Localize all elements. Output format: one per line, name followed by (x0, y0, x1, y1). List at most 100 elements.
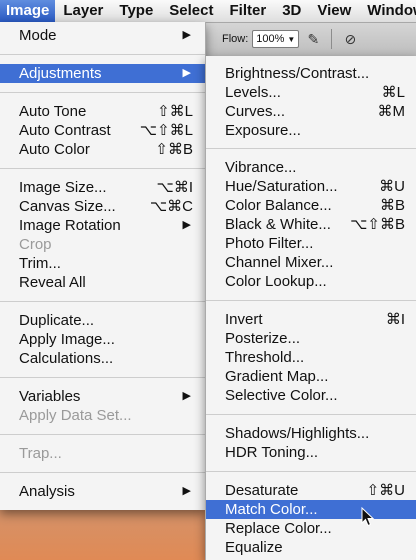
menu-item-posterize[interactable]: Posterize... (206, 329, 416, 348)
menu-item-trap: Trap... (0, 444, 205, 463)
menu-3d[interactable]: 3D (274, 0, 309, 22)
menu-item-label: Image Rotation (19, 217, 121, 234)
menu-item-label: Invert (225, 311, 263, 328)
menu-item-reveal-all[interactable]: Reveal All (0, 273, 205, 292)
menu-separator (0, 434, 205, 435)
menu-item-label: Match Color... (225, 501, 318, 518)
submenu-arrow-icon: ▶ (182, 67, 191, 79)
menu-image[interactable]: Image (0, 0, 56, 22)
shortcut-label: ⇧⌘B (155, 141, 193, 158)
menu-item-label: HDR Toning... (225, 444, 319, 461)
pressure-icon[interactable]: ⊘ (340, 29, 360, 49)
menu-item-replace-color[interactable]: Replace Color... (206, 519, 416, 538)
menu-item-threshold[interactable]: Threshold... (206, 348, 416, 367)
menu-item-crop: Crop (0, 235, 205, 254)
menu-item-label: Levels... (225, 84, 281, 101)
menu-item-match-color[interactable]: Match Color... (206, 500, 416, 519)
submenu-arrow-icon: ▶ (182, 29, 191, 41)
menu-item-label: Adjustments (19, 65, 102, 82)
menu-item-adjustments[interactable]: Adjustments ▶ (0, 64, 205, 83)
shortcut-label: ⌥⌘I (156, 179, 193, 196)
menu-item-image-size[interactable]: Image Size... ⌥⌘I (0, 178, 205, 197)
menu-item-label: Calculations... (19, 350, 114, 367)
menu-separator (0, 54, 205, 55)
menu-layer[interactable]: Layer (55, 0, 111, 22)
menu-item-label: Duplicate... (19, 312, 95, 329)
menu-item-levels[interactable]: Levels... ⌘L (206, 83, 416, 102)
adjustments-submenu: Brightness/Contrast... Levels... ⌘L Curv… (205, 56, 416, 560)
menu-item-exposure[interactable]: Exposure... (206, 121, 416, 140)
menu-separator (0, 472, 205, 473)
menu-item-invert[interactable]: Invert ⌘I (206, 310, 416, 329)
menu-item-analysis[interactable]: Analysis ▶ (0, 482, 205, 501)
menu-item-shadows-highlights[interactable]: Shadows/Highlights... (206, 424, 416, 443)
menu-item-label: Black & White... (225, 216, 331, 233)
menu-item-label: Analysis (19, 483, 75, 500)
shortcut-label: ⌥⇧⌘L (139, 122, 193, 139)
menu-bar: Image Layer Type Select Filter 3D View W… (0, 0, 416, 23)
menu-item-label: Reveal All (19, 274, 86, 291)
menu-item-mode[interactable]: Mode ▶ (0, 26, 205, 45)
menu-window[interactable]: Window (359, 0, 416, 22)
menu-item-label: Mode (19, 27, 57, 44)
menu-item-curves[interactable]: Curves... ⌘M (206, 102, 416, 121)
menu-item-label: Color Balance... (225, 197, 332, 214)
menu-item-label: Exposure... (225, 122, 301, 139)
menu-item-color-balance[interactable]: Color Balance... ⌘B (206, 196, 416, 215)
menu-item-label: Equalize (225, 539, 283, 556)
menu-item-apply-image[interactable]: Apply Image... (0, 330, 205, 349)
mouse-pointer-icon (361, 507, 375, 527)
menu-item-equalize[interactable]: Equalize (206, 538, 416, 557)
menu-item-color-lookup[interactable]: Color Lookup... (206, 272, 416, 291)
flow-input[interactable]: 100% ▼ (252, 30, 300, 48)
menu-item-label: Gradient Map... (225, 368, 329, 385)
menu-view[interactable]: View (309, 0, 359, 22)
menu-item-label: Photo Filter... (225, 235, 314, 252)
menu-item-black-white[interactable]: Black & White... ⌥⇧⌘B (206, 215, 416, 234)
menu-separator (0, 168, 205, 169)
menu-item-label: Auto Contrast (19, 122, 111, 139)
menu-item-duplicate[interactable]: Duplicate... (0, 311, 205, 330)
menu-select[interactable]: Select (161, 0, 221, 22)
menu-separator (206, 148, 416, 149)
menu-item-variables[interactable]: Variables ▶ (0, 387, 205, 406)
menu-item-auto-color[interactable]: Auto Color ⇧⌘B (0, 140, 205, 159)
menu-item-label: Image Size... (19, 179, 107, 196)
menu-item-hdr-toning[interactable]: HDR Toning... (206, 443, 416, 462)
shortcut-label: ⌘U (379, 178, 405, 195)
submenu-arrow-icon: ▶ (182, 219, 191, 231)
menu-item-vibrance[interactable]: Vibrance... (206, 158, 416, 177)
menu-item-hue-saturation[interactable]: Hue/Saturation... ⌘U (206, 177, 416, 196)
menu-item-calculations[interactable]: Calculations... (0, 349, 205, 368)
menu-separator (206, 300, 416, 301)
menu-item-label: Shadows/Highlights... (225, 425, 370, 442)
menu-item-apply-data-set: Apply Data Set... (0, 406, 205, 425)
menu-filter[interactable]: Filter (222, 0, 275, 22)
menu-item-label: Auto Tone (19, 103, 87, 120)
menu-item-auto-tone[interactable]: Auto Tone ⇧⌘L (0, 102, 205, 121)
menu-type[interactable]: Type (111, 0, 161, 22)
menu-item-photo-filter[interactable]: Photo Filter... (206, 234, 416, 253)
shortcut-label: ⌥⌘C (149, 198, 193, 215)
airbrush-icon[interactable]: ✎ (303, 29, 323, 49)
menu-item-label: Vibrance... (225, 159, 297, 176)
flow-value: 100% (256, 33, 285, 45)
menu-item-selective-color[interactable]: Selective Color... (206, 386, 416, 405)
menu-item-auto-contrast[interactable]: Auto Contrast ⌥⇧⌘L (0, 121, 205, 140)
menu-separator (0, 92, 205, 93)
menu-item-gradient-map[interactable]: Gradient Map... (206, 367, 416, 386)
menu-item-label: Apply Image... (19, 331, 115, 348)
menu-item-label: Replace Color... (225, 520, 332, 537)
menu-item-label: Crop (19, 236, 52, 253)
menu-item-channel-mixer[interactable]: Channel Mixer... (206, 253, 416, 272)
menu-item-image-rotation[interactable]: Image Rotation ▶ (0, 216, 205, 235)
flow-label: Flow: (222, 33, 249, 45)
menu-item-brightness-contrast[interactable]: Brightness/Contrast... (206, 64, 416, 83)
menu-item-desaturate[interactable]: Desaturate ⇧⌘U (206, 481, 416, 500)
menu-item-canvas-size[interactable]: Canvas Size... ⌥⌘C (0, 197, 205, 216)
shortcut-label: ⌘I (385, 311, 405, 328)
menu-separator (206, 471, 416, 472)
menu-item-trim[interactable]: Trim... (0, 254, 205, 273)
menu-item-label: Canvas Size... (19, 198, 116, 215)
menu-item-label: Variables (19, 388, 81, 405)
